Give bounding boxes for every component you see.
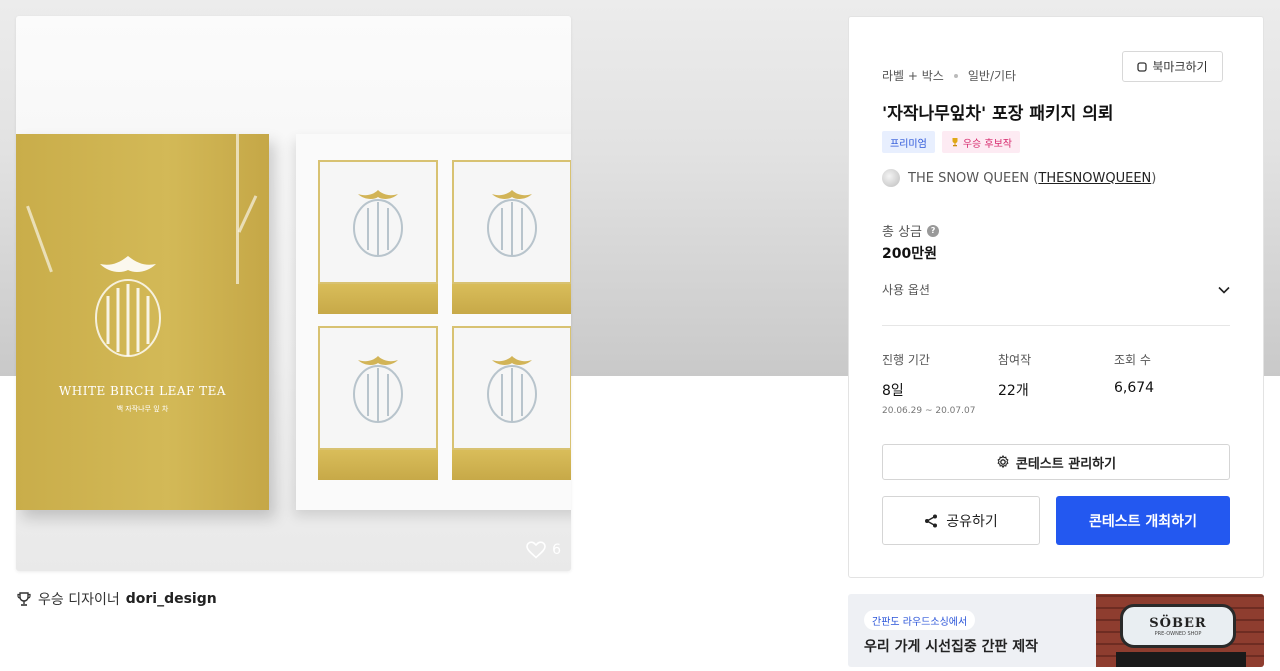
host-avatar[interactable] — [882, 169, 900, 187]
host-contest-button[interactable]: 콘테스트 개최하기 — [1056, 496, 1230, 545]
bookmark-icon — [1137, 61, 1148, 72]
separator-dot — [953, 73, 958, 78]
like-button[interactable]: 6 — [526, 541, 561, 559]
category-sub[interactable]: 일반/기타 — [968, 67, 1016, 84]
contest-host: THE SNOW QUEEN (THESNOWQUEEN) — [882, 169, 1156, 187]
prize-label-text: 총 상금 — [882, 225, 923, 240]
winning-designer: 우승 디자이너 dori_design — [16, 589, 217, 609]
period-dates: 20.06.29 ~ 20.07.07 — [882, 406, 976, 416]
contest-stats: 진행 기간 8일 20.06.29 ~ 20.07.07 참여작 22개 조회 … — [882, 351, 1230, 416]
share-icon — [925, 514, 938, 527]
product-photo-scene: WHITE BIRCH LEAF TEA 백 자작나무 잎 차 — [16, 16, 571, 571]
category-breadcrumb: 라벨 + 박스 일반/기타 — [882, 67, 1016, 84]
ad-tag: 간판도 라우드소싱에서 — [864, 610, 976, 630]
category-main[interactable]: 라벨 + 박스 — [882, 67, 944, 84]
tea-cup-box — [452, 326, 571, 480]
entries-value: 22개 — [998, 383, 1029, 399]
trophy-icon — [17, 592, 31, 606]
box-title-text: WHITE BIRCH LEAF TEA — [58, 384, 227, 398]
like-count: 6 — [552, 542, 561, 558]
views-label: 조회 수 — [1114, 353, 1151, 367]
ad-brick-wall-image: SÖBER PRE-OWNED SHOP — [1096, 594, 1264, 667]
prize-value: 200만원 — [882, 246, 937, 262]
gear-icon — [997, 455, 1009, 469]
tea-cups-tray — [296, 134, 571, 510]
host-name: THE SNOW QUEEN ( — [908, 170, 1039, 186]
chevron-down-icon — [1218, 286, 1230, 294]
stat-views: 조회 수 6,674 — [1114, 351, 1230, 416]
entries-label: 참여작 — [998, 353, 1032, 367]
tea-cup-box — [452, 160, 571, 314]
tea-cup-box — [318, 326, 438, 480]
sign-subtext: PRE-OWNED SHOP — [1154, 630, 1202, 637]
host-close-paren: ) — [1151, 170, 1157, 186]
signboard-ad-banner[interactable]: 간판도 라우드소싱에서 우리 가게 시선집중 간판 제작 SÖBER PRE-O… — [848, 594, 1264, 667]
premium-badge: 프리미엄 — [882, 131, 935, 153]
sign-text: SÖBER — [1149, 615, 1207, 631]
usage-options-label: 사용 옵션 — [882, 283, 930, 297]
badge-row: 프리미엄 우승 후보작 — [882, 131, 1020, 153]
share-button[interactable]: 공유하기 — [882, 496, 1040, 545]
winner-badge-label: 우승 후보작 — [962, 138, 1012, 150]
stat-period: 진행 기간 8일 20.06.29 ~ 20.07.07 — [882, 351, 998, 416]
designer-label: 우승 디자이너 — [38, 592, 120, 608]
winner-candidate-badge: 우승 후보작 — [941, 131, 1020, 153]
ad-headline: 우리 가게 시선집중 간판 제작 — [864, 639, 1039, 655]
manage-contest-label: 콘테스트 관리하기 — [1015, 456, 1117, 472]
sign-bar — [1116, 652, 1246, 667]
period-label: 진행 기간 — [882, 353, 930, 367]
host-handle-link[interactable]: THESNOWQUEEN — [1038, 171, 1151, 186]
views-value: 6,674 — [1114, 380, 1155, 396]
bookmark-button[interactable]: 북마크하기 — [1122, 51, 1223, 82]
help-icon[interactable]: ? — [927, 224, 940, 237]
bookmark-label: 북마크하기 — [1152, 60, 1208, 74]
manage-contest-button[interactable]: 콘테스트 관리하기 — [882, 444, 1230, 480]
tea-leaf-emblem — [95, 256, 161, 357]
usage-options-toggle[interactable]: 사용 옵션 — [882, 281, 1230, 298]
box-subtitle-text: 백 자작나무 잎 차 — [116, 405, 169, 413]
shop-sign-image: SÖBER PRE-OWNED SHOP — [1120, 604, 1236, 648]
winning-entry-image[interactable]: WHITE BIRCH LEAF TEA 백 자작나무 잎 차 6 — [16, 16, 571, 571]
designer-name-link[interactable]: dori_design — [126, 591, 217, 607]
gift-box: WHITE BIRCH LEAF TEA 백 자작나무 잎 차 — [16, 134, 269, 510]
contest-info-panel: 라벨 + 박스 일반/기타 북마크하기 '자작나무잎차' 포장 패키지 의뢰 프… — [848, 16, 1264, 578]
divider — [882, 325, 1230, 326]
heart-icon — [526, 541, 546, 559]
trophy-icon — [952, 138, 958, 147]
prize-label: 총 상금 ? — [882, 221, 940, 240]
tea-cup-box — [318, 160, 438, 314]
contest-title: '자작나무잎차' 포장 패키지 의뢰 — [882, 104, 1114, 124]
share-label: 공유하기 — [946, 513, 998, 530]
stat-entries: 참여작 22개 — [998, 351, 1114, 416]
period-value: 8일 — [882, 383, 904, 399]
